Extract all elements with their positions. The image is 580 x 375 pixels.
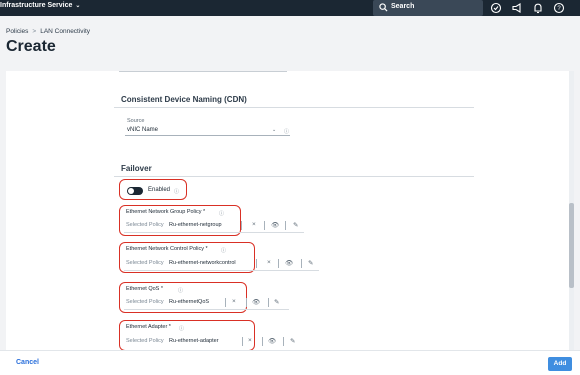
- page-title: Create: [6, 38, 56, 55]
- policy-label: Ethernet Network Control Policy *: [126, 246, 208, 252]
- source-value: vNIC Name: [127, 127, 159, 133]
- breadcrumb: Policies > LAN Connectivity: [6, 28, 90, 35]
- divider: [285, 221, 286, 230]
- check-circle-icon[interactable]: [489, 1, 503, 15]
- policy-label: Ethernet Network Group Policy *: [126, 209, 206, 215]
- policy-label: Ethernet QoS *: [126, 286, 163, 292]
- info-icon[interactable]: ⓘ: [219, 210, 224, 217]
- info-icon[interactable]: ⓘ: [284, 128, 289, 135]
- info-icon[interactable]: ⓘ: [174, 188, 179, 195]
- help-icon[interactable]: ?: [552, 1, 566, 15]
- divider: [114, 107, 474, 108]
- selected-policy-value: Ru-ethernetQoS: [169, 299, 210, 305]
- eye-icon[interactable]: 👁: [268, 337, 276, 345]
- selected-policy-value: Ru-ethernet-netgroup: [169, 222, 222, 228]
- edit-icon[interactable]: ✎: [290, 337, 295, 345]
- search-icon: [379, 3, 388, 12]
- scrollbar[interactable]: [569, 71, 574, 350]
- edit-icon[interactable]: ✎: [274, 298, 279, 306]
- info-icon[interactable]: ⓘ: [178, 287, 183, 294]
- source-label: Source: [127, 118, 145, 124]
- selected-policy-label: Selected Policy: [126, 299, 164, 305]
- search-box[interactable]: Search: [373, 0, 483, 16]
- failover-toggle[interactable]: [127, 187, 143, 195]
- toggle-label: Enabled: [148, 187, 171, 193]
- edit-icon[interactable]: ✎: [308, 259, 313, 267]
- breadcrumb-lan-connectivity[interactable]: LAN Connectivity: [40, 28, 90, 35]
- clear-icon[interactable]: ×: [252, 221, 256, 228]
- footer-bar: Cancel Add: [0, 350, 580, 375]
- divider: [119, 71, 287, 72]
- selected-policy-label: Selected Policy: [126, 260, 164, 266]
- megaphone-icon[interactable]: [510, 1, 524, 15]
- content-panel: Consistent Device Naming (CDN) Source vN…: [6, 71, 574, 350]
- divider: [264, 221, 265, 230]
- select-underline: [125, 135, 290, 136]
- add-button[interactable]: Add: [548, 357, 572, 371]
- divider: [256, 259, 257, 268]
- field-underline: [124, 270, 319, 271]
- failover-section-title: Failover: [121, 164, 152, 173]
- selected-policy-label: Selected Policy: [126, 222, 164, 228]
- clear-icon[interactable]: ×: [232, 298, 236, 305]
- eye-icon[interactable]: 👁: [252, 298, 260, 306]
- divider: [242, 337, 243, 346]
- selected-policy-value: Ru-ethernet-networkcontrol: [169, 260, 236, 266]
- divider: [114, 176, 474, 177]
- app-name: Infrastructure Service: [0, 2, 73, 9]
- field-underline: [124, 309, 289, 310]
- cancel-button[interactable]: Cancel: [16, 359, 39, 366]
- policy-label: Ethernet Adapter *: [126, 324, 171, 330]
- divider: [225, 298, 226, 307]
- svg-text:?: ?: [557, 6, 561, 12]
- info-icon[interactable]: ⓘ: [221, 247, 226, 254]
- clear-icon[interactable]: ×: [267, 259, 271, 266]
- divider: [301, 259, 302, 268]
- cdn-section-title: Consistent Device Naming (CDN): [121, 95, 247, 104]
- info-icon[interactable]: ⓘ: [179, 325, 184, 332]
- bell-icon[interactable]: [531, 1, 545, 15]
- divider: [278, 259, 279, 268]
- selected-policy-value: Ru-ethernet-adapter: [169, 338, 219, 344]
- search-label: Search: [391, 3, 415, 10]
- clear-icon[interactable]: ×: [248, 337, 252, 344]
- divider: [241, 221, 242, 230]
- scrollbar-thumb[interactable]: [569, 203, 574, 288]
- divider: [283, 337, 284, 346]
- app-switcher[interactable]: Infrastructure Service ⌄: [0, 2, 80, 9]
- breadcrumb-policies[interactable]: Policies: [6, 28, 28, 35]
- divider: [262, 337, 263, 346]
- selected-policy-label: Selected Policy: [126, 338, 164, 344]
- eye-icon[interactable]: 👁: [285, 259, 293, 267]
- chevron-down-icon: ⌄: [75, 3, 81, 9]
- chevron-down-icon: ⌄: [272, 127, 277, 133]
- divider: [246, 298, 247, 307]
- divider: [268, 298, 269, 307]
- eye-icon[interactable]: 👁: [271, 221, 279, 229]
- breadcrumb-separator: >: [32, 28, 37, 35]
- top-bar: Infrastructure Service ⌄ Search ?: [0, 0, 580, 16]
- field-underline: [124, 232, 304, 233]
- edit-icon[interactable]: ✎: [293, 221, 298, 229]
